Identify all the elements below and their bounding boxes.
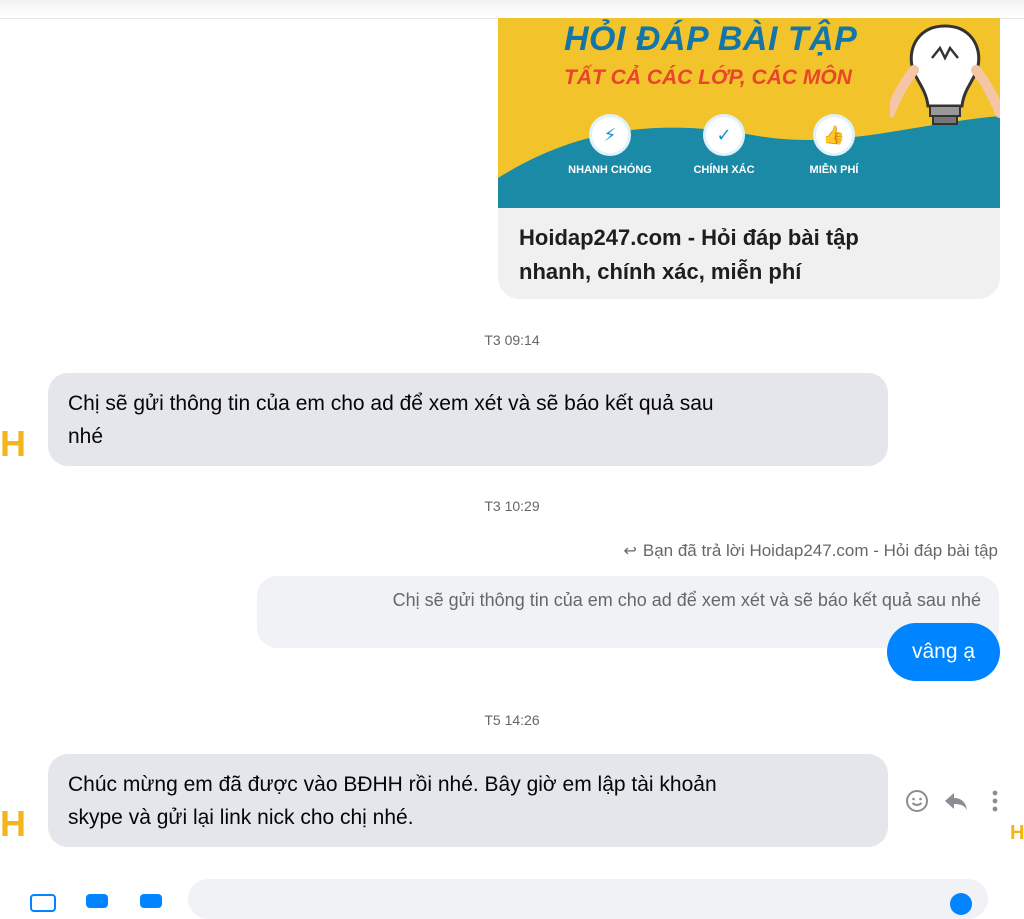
message-line: nhé	[68, 425, 104, 448]
feature-fast: ⚡ NHANH CHÓNG	[550, 114, 670, 176]
more-vertical-icon[interactable]	[981, 787, 1008, 815]
message-line: Chị sẽ gửi thông tin của em cho ad để xe…	[68, 392, 714, 415]
message-line: Chúc mừng em đã được vào BĐHH rồi nhé. B…	[68, 773, 717, 796]
message-actions	[903, 784, 1008, 818]
lightning-icon: ⚡	[589, 114, 631, 156]
emoji-icon[interactable]	[950, 893, 972, 915]
feature-free: 👍 MIỄN PHÍ	[774, 114, 894, 176]
timestamp: T3 10:29	[484, 498, 540, 514]
banner-subtitle: TẤT CẢ CÁC LỚP, CÁC MÔN	[564, 66, 852, 89]
incoming-message-bubble[interactable]: Chúc mừng em đã được vào BĐHH rồi nhé. B…	[48, 754, 888, 847]
incoming-message-bubble[interactable]: Chị sẽ gửi thông tin của em cho ad để xe…	[48, 373, 888, 466]
reply-note-text: Bạn đã trả lời Hoidap247.com - Hỏi đáp b…	[642, 541, 998, 560]
avatar-letter: H	[0, 423, 26, 464]
message-input[interactable]	[188, 879, 988, 919]
feature-label: NHANH CHÓNG	[568, 164, 652, 176]
feature-accurate: ✓ CHÍNH XÁC	[664, 114, 784, 176]
quoted-text: Chị sẽ gửi thông tin của em cho ad để xe…	[392, 590, 981, 610]
link-preview-banner: HỎI ĐÁP BÀI TẬP TẤT CẢ CÁC LỚP, CÁC MÔN …	[498, 18, 1000, 208]
top-edge	[0, 0, 1024, 19]
banner-title: HỎI ĐÁP BÀI TẬP	[564, 20, 858, 58]
message-text: vâng ạ	[911, 640, 976, 663]
link-title-line: Hoidap247.com - Hỏi đáp bài tập	[519, 225, 859, 250]
message-line: skype và gửi lại link nick cho chị nhé.	[68, 806, 414, 829]
reply-context: ↩ Bạn đã trả lời Hoidap247.com - Hỏi đáp …	[623, 541, 998, 561]
link-preview-card[interactable]: HỎI ĐÁP BÀI TẬP TẤT CẢ CÁC LỚP, CÁC MÔN …	[498, 18, 1000, 299]
link-title-line: nhanh, chính xác, miễn phí	[519, 259, 802, 284]
feature-label: MIỄN PHÍ	[809, 164, 859, 176]
outgoing-message-bubble[interactable]: vâng ạ	[887, 623, 1000, 681]
avatar-letter: H	[0, 803, 26, 844]
feature-label: CHÍNH XÁC	[693, 164, 755, 176]
sender-avatar[interactable]: H	[0, 424, 26, 464]
check-icon: ✓	[703, 114, 745, 156]
reply-icon[interactable]	[942, 787, 969, 815]
timestamp: T5 14:26	[484, 712, 540, 728]
reply-arrow-icon: ↩	[623, 543, 637, 560]
sender-avatar[interactable]: H	[0, 804, 26, 844]
image-icon[interactable]	[86, 894, 108, 908]
more-options-icon[interactable]	[30, 894, 56, 912]
timestamp: T3 09:14	[484, 332, 540, 348]
thumbs-up-icon: 👍	[813, 114, 855, 156]
quoted-message[interactable]: Chị sẽ gửi thông tin của em cho ad để xe…	[257, 576, 999, 648]
lightbulb-illustration	[890, 24, 1000, 125]
link-preview-title[interactable]: Hoidap247.com - Hỏi đáp bài tập nhanh, c…	[519, 221, 989, 289]
sticker-icon[interactable]	[140, 894, 162, 908]
side-avatar: H	[1010, 822, 1024, 845]
smiley-icon[interactable]	[903, 787, 930, 815]
side-avatar-letter: H	[1010, 822, 1024, 844]
